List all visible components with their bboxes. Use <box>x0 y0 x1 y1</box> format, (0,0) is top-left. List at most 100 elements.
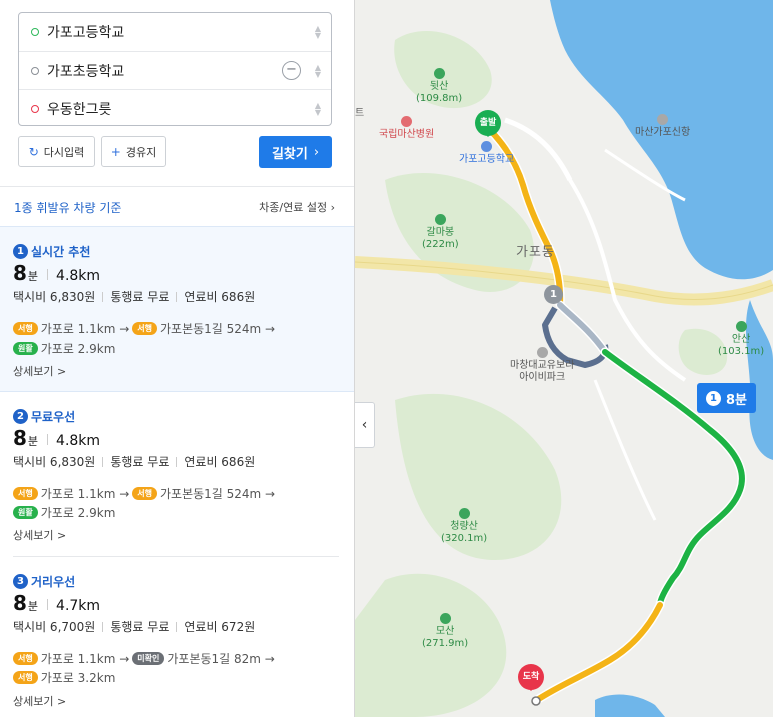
taxi-fare: 택시비 6,700원 <box>13 620 96 634</box>
mountain-icon <box>458 508 470 519</box>
route-number-badge: 1 <box>13 244 28 259</box>
route-title: 2 무료우선 <box>13 408 75 425</box>
map-view[interactable]: 트 뒷산 (109.8m) 국립마산병원 마산가포신항 가포고등학교 갈마봉 (22… <box>355 0 773 717</box>
route-type: 실시간 추천 <box>31 245 91 259</box>
traffic-badge: 원활 <box>13 342 38 355</box>
school-label: 가포고등학교 <box>459 141 514 166</box>
mountain-label: 갈마봉 (222m) <box>422 214 459 251</box>
route-steps: 원활 가포로 2.9km <box>13 340 115 357</box>
route-type: 무료우선 <box>31 410 76 424</box>
fuel-cost: 연료비 672원 <box>184 620 256 634</box>
route-distance: 4.8km <box>56 268 101 284</box>
traffic-badge: 서행 <box>13 487 38 500</box>
traffic-badge: 서행 <box>13 671 38 684</box>
school-icon <box>481 141 493 152</box>
plus-icon: + <box>110 144 121 159</box>
detail-link[interactable]: 상세보기 > <box>13 363 66 379</box>
via-input-text: 가포초등학교 <box>47 63 125 80</box>
refresh-icon: ↻ <box>28 144 39 159</box>
route-steps: 서행 가포로 1.1km → 미확인 가포본동1길 82m → <box>13 650 275 667</box>
end-input[interactable]: 우동한그릇 ▲ ▼ <box>19 89 331 127</box>
fuel-cost: 연료비 686원 <box>184 455 256 469</box>
mountain-label: 안산 (103.1m) <box>718 321 764 358</box>
step-text: 가포로 1.1km → <box>40 487 130 501</box>
toll-fee: 통행료 무료 <box>110 620 170 634</box>
waypoint-marker[interactable]: 1 <box>544 285 563 304</box>
port-icon <box>657 114 669 125</box>
route-fees: 택시비 6,700원 통행료 무료 연료비 672원 <box>13 618 255 635</box>
apartment-icon <box>536 347 548 358</box>
mountain-label: 모산 (271.9m) <box>422 613 468 650</box>
route-title: 3 거리우선 <box>13 573 75 590</box>
step-text: 가포본동1길 524m → <box>160 487 276 501</box>
mountain-label: 뒷산 (109.8m) <box>416 68 462 105</box>
mountain-icon <box>439 613 451 624</box>
end-input-text: 우동한그릇 <box>47 101 112 118</box>
route-steps: 서행 가포로 3.2km <box>13 669 115 686</box>
mountain-icon <box>434 214 446 225</box>
step-text: 가포본동1길 82m → <box>167 652 275 666</box>
find-route-button[interactable]: 길찾기 › <box>259 136 332 168</box>
route-badge-time: 8분 <box>725 392 747 408</box>
drag-handle-icon[interactable]: ▲ ▼ <box>315 102 321 117</box>
end-pin[interactable]: 도착 <box>518 664 544 691</box>
reset-button[interactable]: ↻ 다시입력 <box>18 136 95 167</box>
drag-handle-icon[interactable]: ▲ ▼ <box>315 25 321 40</box>
add-via-button[interactable]: + 경유지 <box>101 136 166 167</box>
vehicle-setting-link[interactable]: 차종/연료 설정 › <box>259 199 335 215</box>
step-text: 가포로 1.1km → <box>40 322 130 336</box>
step-text: 가포로 1.1km → <box>40 652 130 666</box>
end-point-dot <box>531 696 541 706</box>
toll-fee: 통행료 무료 <box>110 290 170 304</box>
start-pin[interactable]: 출발 <box>475 110 501 137</box>
taxi-fare: 택시비 6,830원 <box>13 290 96 304</box>
route-steps: 원활 가포로 2.9km <box>13 504 115 521</box>
step-text: 가포로 2.9km <box>40 342 116 356</box>
step-text: 가포본동1길 524m → <box>160 322 276 336</box>
route-distance: 4.8km <box>56 433 101 449</box>
traffic-badge: 서행 <box>132 322 157 335</box>
port-label: 마산가포신항 <box>635 114 690 139</box>
detail-link[interactable]: 상세보기 > <box>13 527 66 543</box>
traffic-badge: 미확인 <box>132 652 165 665</box>
route-badge-number: 1 <box>705 390 721 406</box>
drag-handle-icon[interactable]: ▲ ▼ <box>315 64 321 79</box>
route-time-badge[interactable]: 1 8분 <box>697 383 756 413</box>
step-text: 가포로 3.2km <box>40 671 116 685</box>
start-input[interactable]: 가포고등학교 ▲ ▼ <box>19 13 331 51</box>
route-option-3[interactable]: 3 거리우선 8 분 4.7km 택시비 6,700원 통행료 무료 연료비 6… <box>0 557 354 717</box>
taxi-fare: 택시비 6,830원 <box>13 455 96 469</box>
route-number-badge: 2 <box>13 409 28 424</box>
route-time-unit: 분 <box>27 270 39 283</box>
hospital-icon <box>401 116 413 127</box>
waypoint-inputs: 가포고등학교 ▲ ▼ 가포초등학교 − ▲ ▼ 우동한그릇 ▲ ▼ <box>18 12 332 126</box>
route-option-1[interactable]: 1 실시간 추천 8 분 4.8km 택시비 6,830원 통행료 무료 연료비… <box>0 226 354 392</box>
route-time-unit: 분 <box>27 435 39 448</box>
route-number-badge: 3 <box>13 574 28 589</box>
fuel-cost: 연료비 686원 <box>184 290 256 304</box>
via-input[interactable]: 가포초등학교 − ▲ ▼ <box>19 51 331 89</box>
mountain-label: 청량산 (320.1m) <box>441 508 487 545</box>
start-dot-icon <box>31 28 39 36</box>
map-label-edge: 트 <box>355 108 365 119</box>
route-distance: 4.7km <box>56 598 101 614</box>
traffic-badge: 서행 <box>132 487 157 500</box>
chevron-right-icon: › <box>313 144 320 160</box>
route-option-2[interactable]: 2 무료우선 8 분 4.8km 택시비 6,830원 통행료 무료 연료비 6… <box>0 392 354 557</box>
traffic-badge: 원활 <box>13 506 38 519</box>
traffic-badge: 서행 <box>13 652 38 665</box>
chevron-left-icon: ‹ <box>361 417 368 433</box>
route-time: 8 <box>13 426 27 450</box>
route-summary: 8 분 4.8km <box>13 426 100 450</box>
route-steps: 서행 가포로 1.1km → 서행 가포본동1길 524m → <box>13 320 275 337</box>
remove-via-icon[interactable]: − <box>282 61 301 80</box>
route-fees: 택시비 6,830원 통행료 무료 연료비 686원 <box>13 288 255 305</box>
end-dot-icon <box>31 104 39 113</box>
detail-link[interactable]: 상세보기 > <box>13 693 66 709</box>
collapse-panel-button[interactable]: ‹ <box>355 402 375 448</box>
hospital-label: 국립마산병원 <box>379 116 434 141</box>
route-type: 거리우선 <box>31 575 76 589</box>
mountain-icon <box>433 68 445 79</box>
route-fees: 택시비 6,830원 통행료 무료 연료비 686원 <box>13 453 255 470</box>
find-route-label: 길찾기 <box>271 146 308 162</box>
